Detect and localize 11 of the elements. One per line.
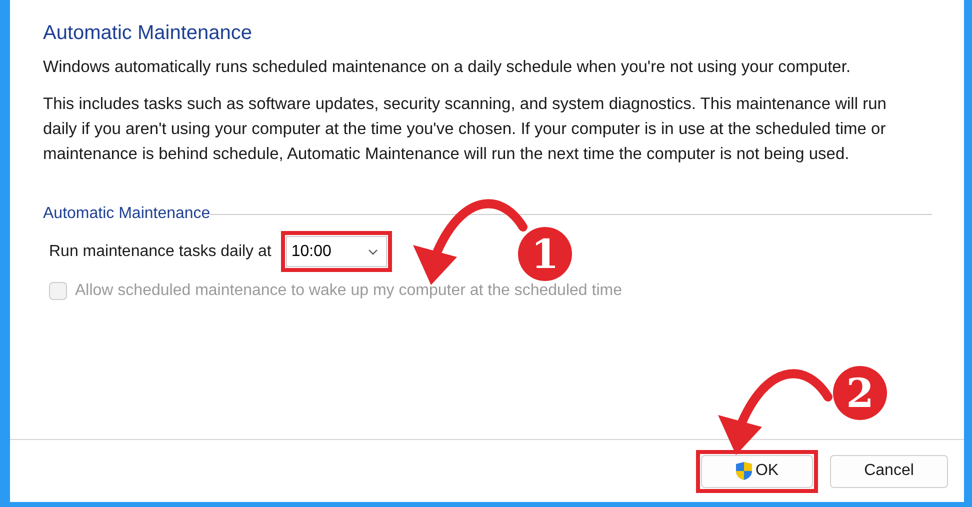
description-paragraph: This includes tasks such as software updates, security scanning, and system diagnostics. This maintenance will run daily if you aren't using your computer at the time you've chosen. If your computer is in use at the scheduled time or maintenance is behind schedule, Automatic Maintenance will run the next time the computer is not being used. [43,94,888,165]
checkbox-label: Allow scheduled maintenance to wake up my computer at the scheduled time [75,282,622,300]
time-label: Run maintenance tasks daily at [49,242,272,260]
dialog-heading: Automatic Maintenance [43,22,254,45]
shield-icon [735,461,754,481]
cancel-button[interactable]: Cancel [830,454,948,488]
description-paragraph: Windows automatically runs scheduled maintenance on a daily schedule when you're not using your computer. [43,57,852,78]
time-dropdown[interactable]: 10:00 [286,236,388,267]
chevron-down-icon [368,248,378,254]
ok-button[interactable]: OK [701,454,813,488]
group-title: Automatic Maintenance [43,205,210,223]
